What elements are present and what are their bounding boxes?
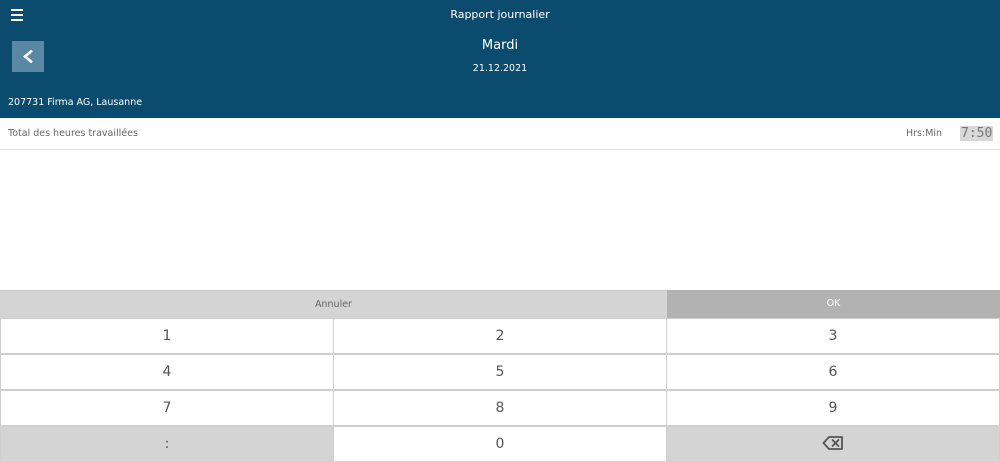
- time-value-field[interactable]: 7:50: [960, 126, 994, 141]
- time-unit-label: Hrs:Min: [906, 128, 943, 139]
- key-7[interactable]: 7: [0, 390, 334, 426]
- cancel-button[interactable]: Annuler: [0, 290, 667, 318]
- backspace-button[interactable]: [666, 426, 1000, 462]
- company-label: 207731 Firma AG, Lausanne: [8, 97, 143, 108]
- key-0[interactable]: 0: [333, 426, 667, 462]
- key-1[interactable]: 1: [0, 318, 334, 354]
- key-colon[interactable]: :: [0, 426, 334, 462]
- key-6[interactable]: 6: [666, 354, 1000, 390]
- key-9[interactable]: 9: [666, 390, 1000, 426]
- date-label: 21.12.2021: [472, 63, 528, 74]
- ok-button[interactable]: OK: [667, 290, 1000, 318]
- key-3[interactable]: 3: [666, 318, 1000, 354]
- app-title: Rapport journalier: [450, 8, 550, 21]
- backspace-icon: [822, 435, 843, 450]
- header-bar: Rapport journalier Mardi 21.12.2021 2077…: [0, 0, 1000, 118]
- key-5[interactable]: 5: [333, 354, 667, 390]
- total-hours-row: Total des heures travaillées Hrs:Min 7:5…: [0, 118, 1000, 150]
- keypad-action-row: Annuler OK: [0, 290, 1000, 318]
- key-4[interactable]: 4: [0, 354, 334, 390]
- day-label: Mardi: [481, 38, 519, 53]
- total-hours-label: Total des heures travaillées: [8, 128, 138, 139]
- key-8[interactable]: 8: [333, 390, 667, 426]
- numeric-keypad: Annuler OK 1 2 3 4 5 6 7 8 9 : 0: [0, 290, 1000, 462]
- key-2[interactable]: 2: [333, 318, 667, 354]
